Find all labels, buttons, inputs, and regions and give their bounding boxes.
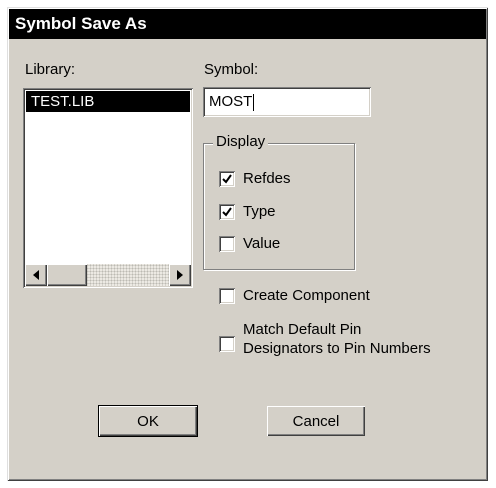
type-checkbox[interactable] xyxy=(219,204,235,220)
scrollbar-thumb[interactable] xyxy=(47,264,87,286)
library-list-item[interactable]: TEST.LIB xyxy=(26,91,190,112)
library-item-label: TEST.LIB xyxy=(31,93,95,110)
symbol-label: Symbol: xyxy=(204,61,259,78)
triangle-right-icon xyxy=(177,270,183,280)
match-pins-label-line2: Designators to Pin Numbers xyxy=(243,340,431,357)
library-horizontal-scrollbar[interactable] xyxy=(25,264,191,286)
refdes-label: Refdes xyxy=(243,170,291,187)
title-bar[interactable]: Symbol Save As xyxy=(9,9,486,39)
cancel-button-label: Cancel xyxy=(292,412,340,430)
library-label: Library: xyxy=(25,61,76,78)
symbol-save-as-dialog: Symbol Save As Library: TEST.LIB Symbol:… xyxy=(7,7,488,481)
create-component-label: Create Component xyxy=(243,287,370,304)
value-checkbox[interactable] xyxy=(219,236,235,252)
checkmark-icon xyxy=(222,207,232,217)
ok-button-label: OK xyxy=(137,412,159,430)
symbol-name-input[interactable]: MOST xyxy=(203,87,371,117)
create-component-checkbox[interactable] xyxy=(219,288,235,304)
scroll-left-button[interactable] xyxy=(25,264,47,286)
display-group-legend: Display xyxy=(213,133,269,150)
cancel-button[interactable]: Cancel xyxy=(267,406,365,436)
library-listbox[interactable]: TEST.LIB xyxy=(23,88,193,288)
checkmark-icon xyxy=(222,174,232,184)
triangle-left-icon xyxy=(33,270,39,280)
refdes-checkbox[interactable] xyxy=(219,171,235,187)
ok-button[interactable]: OK xyxy=(98,405,198,437)
type-label: Type xyxy=(243,203,276,220)
value-label: Value xyxy=(243,235,281,252)
scroll-right-button[interactable] xyxy=(169,264,191,286)
match-pins-label-line1: Match Default Pin xyxy=(243,321,362,338)
text-caret xyxy=(253,93,255,111)
symbol-name-value: MOST xyxy=(209,93,253,110)
match-pin-designators-checkbox[interactable] xyxy=(219,336,235,352)
dialog-title: Symbol Save As xyxy=(15,14,147,33)
